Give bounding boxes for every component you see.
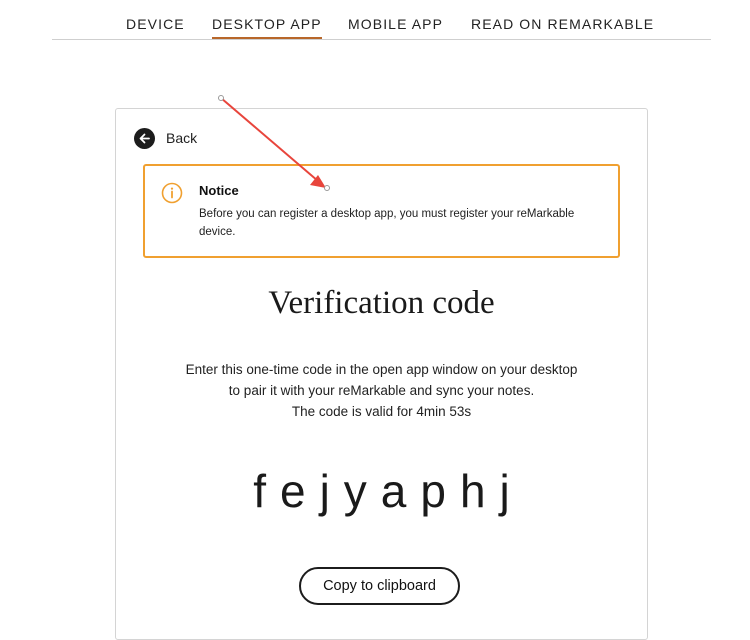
info-icon (161, 182, 183, 204)
tab-device[interactable]: DEVICE (126, 16, 185, 32)
notice-title: Notice (199, 183, 239, 198)
instructions-text: Enter this one-time code in the open app… (116, 359, 647, 401)
back-label[interactable]: Back (166, 130, 197, 146)
verification-card: Back Notice Before you can register a de… (115, 108, 648, 640)
notice-body: Before you can register a desktop app, y… (199, 208, 575, 238)
back-link[interactable]: Back (134, 127, 197, 149)
tab-bar: DEVICE DESKTOP APP MOBILE APP READ ON RE… (52, 0, 711, 40)
instruction-line-2: to pair it with your reMarkable and sync… (228, 383, 535, 398)
code-validity: The code is valid for 4min 53s (291, 404, 472, 419)
arrow-left-icon[interactable] (134, 127, 155, 149)
copy-to-clipboard-button[interactable]: Copy to clipboard (299, 567, 460, 605)
tab-desktop-app[interactable]: DESKTOP APP (212, 16, 322, 39)
instruction-line-1: Enter this one-time code in the open app… (185, 362, 578, 377)
tab-mobile-app[interactable]: MOBILE APP (348, 16, 443, 32)
verification-code: fejyaphj (253, 465, 524, 517)
page-title: Verification code (268, 285, 495, 321)
notice-box: Notice Before you can register a desktop… (143, 164, 620, 258)
tab-read-on-remarkable[interactable]: READ ON REMARKABLE (471, 16, 654, 32)
